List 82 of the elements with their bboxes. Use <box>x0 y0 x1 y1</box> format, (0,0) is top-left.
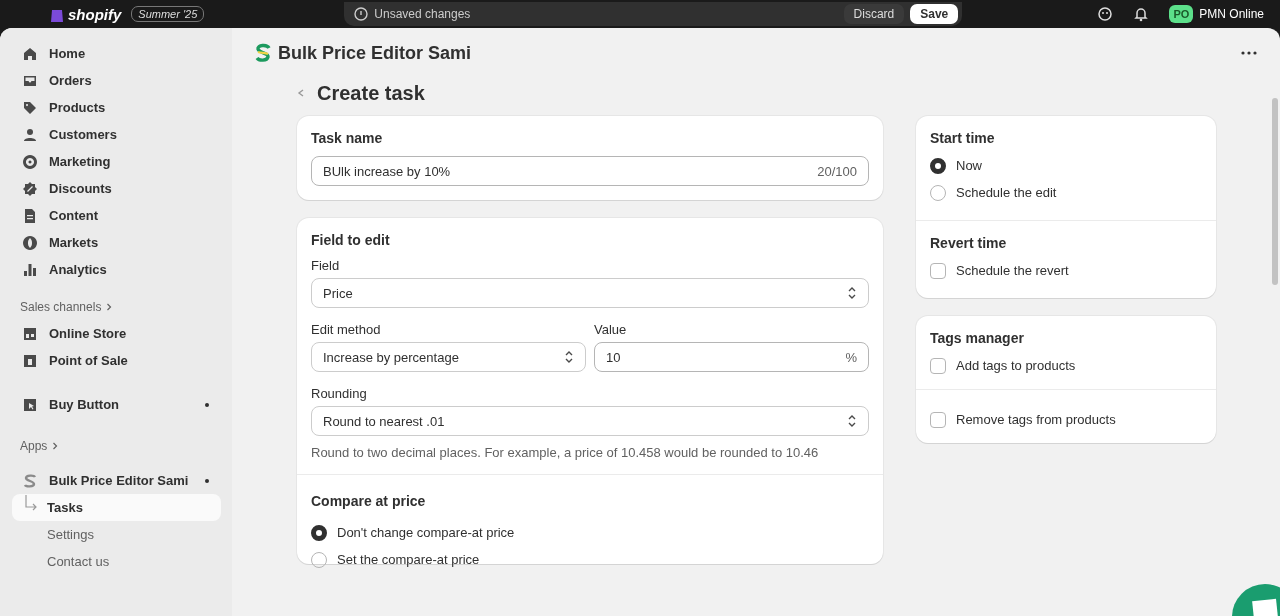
sidebar-subitem[interactable]: Settings <box>12 521 221 548</box>
checkbox[interactable] <box>930 357 946 374</box>
sidebar-item[interactable]: Content <box>12 202 221 229</box>
sidebar-subitem[interactable]: Tasks <box>12 494 221 521</box>
chevron-updown-icon <box>564 350 574 364</box>
unsaved-changes-text: Unsaved changes <box>374 7 472 21</box>
radio-option[interactable]: Now <box>930 152 1202 179</box>
help-text: Round to two decimal places. For example, a price of 10.458 would be rounded to 10.46 <box>311 445 820 460</box>
checkbox[interactable] <box>930 262 946 279</box>
store-name[interactable]: PMN Online <box>1199 7 1264 21</box>
sidebar-item[interactable]: Online Store <box>12 320 221 347</box>
discount-icon <box>22 180 38 197</box>
sidebar-item[interactable]: Markets <box>12 229 221 256</box>
chevron-right-icon <box>52 441 59 450</box>
select-field[interactable]: Round to nearest .01 <box>311 406 869 436</box>
task-name-field[interactable]: BUlk increase by 10% 20/100 <box>311 156 869 186</box>
bell-icon[interactable] <box>1133 6 1150 22</box>
app-logo-icon <box>254 43 272 63</box>
select-field[interactable]: Price <box>311 278 869 308</box>
page-title: Create task <box>317 81 425 105</box>
shopify-logo[interactable]: shopify <box>50 5 122 23</box>
section-title: Revert time <box>930 235 1008 251</box>
field-label: Field <box>311 258 341 273</box>
card-title: Start time <box>930 130 996 146</box>
home-icon <box>22 45 38 62</box>
chevron-updown-icon <box>847 286 857 300</box>
radio-option[interactable]: Schedule the edit <box>930 179 1202 206</box>
logo-text: shopify <box>68 5 122 23</box>
bag-icon <box>22 352 38 369</box>
save-button[interactable]: Save <box>910 4 959 24</box>
scrollbar-thumb[interactable] <box>1272 98 1278 285</box>
checkbox-option[interactable]: Schedule the revert <box>930 257 1202 284</box>
checkbox-option[interactable]: Remove tags from products <box>930 406 1202 433</box>
target-icon <box>22 153 38 170</box>
globe-icon <box>22 234 38 251</box>
bar-chart-icon <box>22 261 38 278</box>
tag-icon <box>22 99 38 116</box>
checkbox-option[interactable]: Add tags to products <box>930 352 1202 379</box>
sidebar-item[interactable]: Buy Button <box>12 391 221 418</box>
section-heading[interactable]: Sales channels <box>12 293 221 320</box>
field-label: Rounding <box>311 386 368 401</box>
sidebar-item[interactable]: Home <box>12 40 221 67</box>
sidebar-item[interactable]: Analytics <box>12 256 221 283</box>
card-title: Tags manager <box>930 330 1025 346</box>
radio-button[interactable] <box>311 524 327 541</box>
app-logo-icon <box>22 472 38 489</box>
chevron-right-icon <box>106 302 113 311</box>
cursor-icon <box>22 396 38 413</box>
sidebar-item[interactable]: Orders <box>12 67 221 94</box>
edition-badge: Summer '25 <box>131 6 205 22</box>
discard-button[interactable]: Discard <box>843 4 905 24</box>
card-title: Field to edit <box>311 232 391 248</box>
checkbox[interactable] <box>930 411 946 428</box>
sidebar-item[interactable]: Customers <box>12 121 221 148</box>
field-label: Value <box>594 322 628 337</box>
sidebar-item[interactable]: Point of Sale <box>12 347 221 374</box>
radio-option[interactable]: Don't change compare-at price <box>311 519 869 546</box>
warning-icon <box>354 7 369 21</box>
sidebar-item[interactable]: Products <box>12 94 221 121</box>
field-label: Edit method <box>311 322 382 337</box>
person-icon <box>22 126 38 143</box>
storefront-icon <box>22 325 38 342</box>
store-avatar[interactable]: PO <box>1169 5 1194 23</box>
document-icon <box>22 207 38 224</box>
more-icon[interactable] <box>1240 50 1258 56</box>
select-field[interactable]: Increase by percentage <box>311 342 586 372</box>
chevron-updown-icon <box>847 414 857 428</box>
character-counter: 20/100 <box>817 163 857 179</box>
section-heading[interactable]: Apps <box>12 432 221 459</box>
face-icon[interactable] <box>1097 6 1114 22</box>
sidebar-item[interactable]: Bulk Price Editor Sami <box>12 467 221 494</box>
chat-icon <box>1252 598 1278 616</box>
app-title: Bulk Price Editor Sami <box>278 42 473 64</box>
card-title: Task name <box>311 130 384 146</box>
sidebar-item[interactable]: Discounts <box>12 175 221 202</box>
radio-option[interactable]: Set the compare-at price <box>311 546 869 573</box>
sidebar-item[interactable]: Marketing <box>12 148 221 175</box>
value-field[interactable]: 10 % <box>594 342 869 372</box>
sidebar-subitem[interactable]: Contact us <box>12 548 221 575</box>
percent-suffix: % <box>845 349 857 365</box>
radio-button[interactable] <box>930 157 946 174</box>
section-title: Compare at price <box>311 493 427 509</box>
